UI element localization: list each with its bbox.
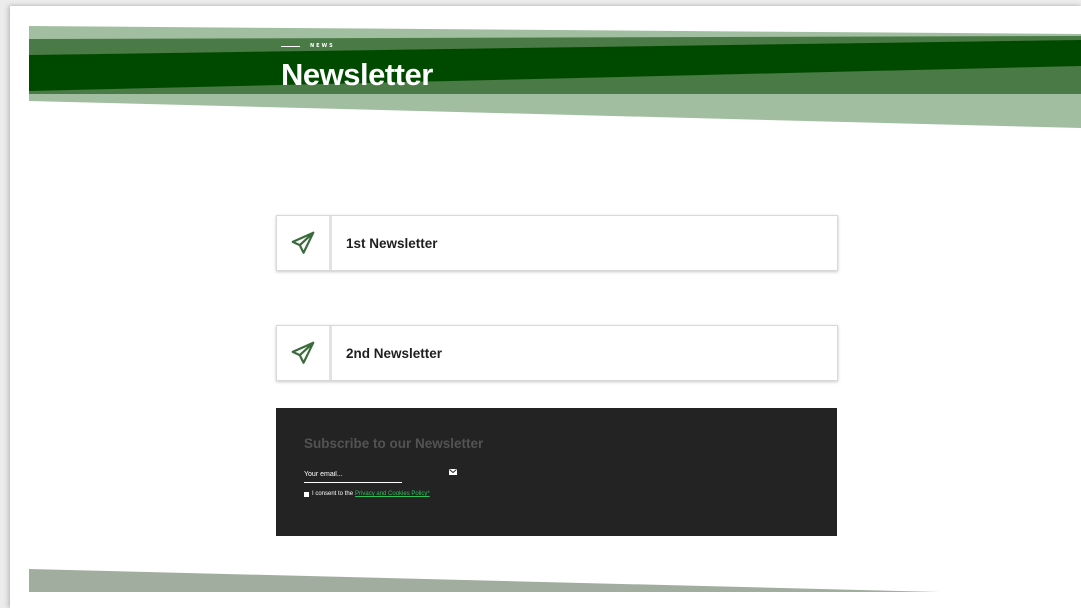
footer-band xyxy=(29,569,940,592)
footer-banner xyxy=(29,569,940,592)
page: NEWS Newsletter 1st Newsletter 2nd Newsl… xyxy=(10,6,1081,608)
